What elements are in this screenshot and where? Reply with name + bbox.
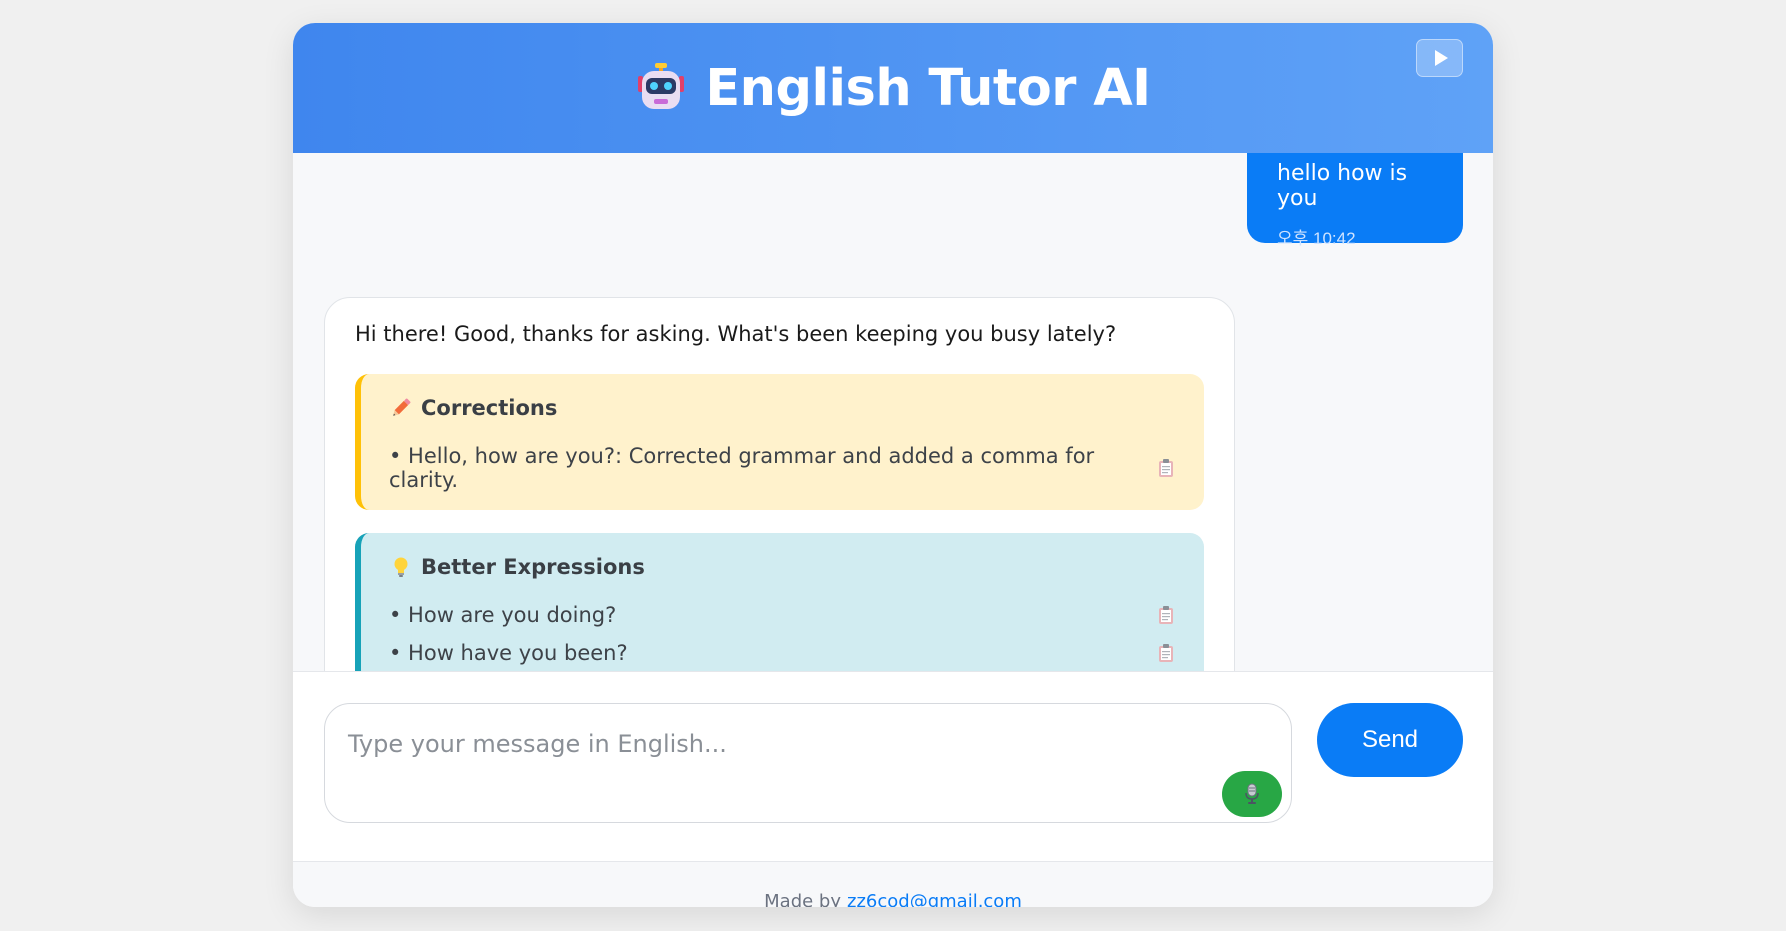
clipboard-icon[interactable] — [1158, 644, 1174, 662]
play-button[interactable] — [1416, 39, 1463, 77]
footer-prefix: Made by — [764, 891, 842, 907]
better-expressions-title: Better Expressions — [389, 555, 1176, 579]
message-timestamp: 오후 10:42 — [1277, 229, 1356, 248]
correction-item: • Hello, how are you?: Corrected grammar… — [389, 444, 1176, 492]
microphone-icon — [1245, 783, 1259, 804]
app-title: English Tutor AI — [705, 58, 1151, 118]
footer-email-link[interactable]: zz6cod@gmail.com — [847, 891, 1022, 907]
bot-message-text: Hi there! Good, thanks for asking. What'… — [355, 322, 1117, 346]
pencil-icon — [393, 398, 411, 416]
message-input[interactable] — [324, 703, 1292, 823]
play-icon — [1434, 50, 1448, 66]
footer: Made by zz6cod@gmail.com — [293, 861, 1493, 907]
robot-icon — [638, 63, 685, 109]
expression-item-text: • How have you been? — [389, 641, 628, 665]
clipboard-icon[interactable] — [1158, 606, 1174, 624]
better-expressions-title-text: Better Expressions — [421, 555, 645, 579]
expression-item: • How are you doing? — [389, 603, 1176, 627]
app-header: English Tutor AI — [293, 23, 1493, 153]
corrections-title: Corrections — [389, 396, 1176, 420]
header-title-group: English Tutor AI — [635, 58, 1151, 118]
chat-messages-area[interactable]: hello how is you 오후 10:42 Hi there! Good… — [293, 153, 1493, 671]
user-message-bubble: hello how is you 오후 10:42 — [1247, 153, 1463, 248]
send-button[interactable]: Send — [1317, 703, 1463, 777]
lightbulb-icon — [394, 557, 408, 577]
corrections-card: Corrections • Hello, how are you?: Corre… — [355, 374, 1204, 510]
chat-app-window: English Tutor AI hello how is you 오후 10:… — [293, 23, 1493, 907]
microphone-button[interactable] — [1222, 771, 1282, 817]
message-composer: Send — [293, 671, 1493, 861]
expression-item-text: • How are you doing? — [389, 603, 617, 627]
bot-message-bubble: Hi there! Good, thanks for asking. What'… — [324, 297, 1235, 671]
expression-item: • How have you been? — [389, 641, 1176, 665]
user-message-text: hello how is you — [1277, 161, 1408, 211]
clipboard-icon[interactable] — [1158, 459, 1174, 477]
better-expressions-card: Better Expressions • How are you doing? … — [355, 533, 1204, 671]
corrections-title-text: Corrections — [421, 396, 558, 420]
correction-item-text: • Hello, how are you?: Corrected grammar… — [389, 444, 1095, 492]
